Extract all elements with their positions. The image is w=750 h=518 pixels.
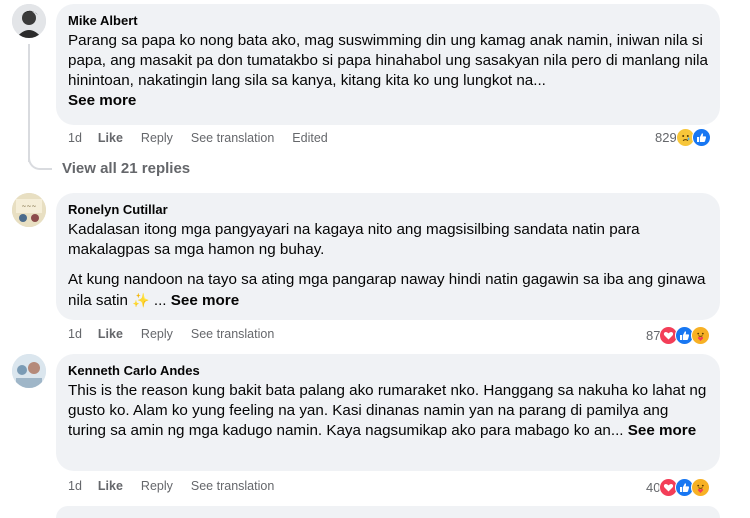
edited-label: Edited — [292, 131, 328, 145]
comment-author[interactable]: Mike Albert — [68, 12, 708, 29]
like-button[interactable]: Like — [98, 131, 123, 145]
comment-body: This is the reason kung bakit bata palan… — [68, 382, 707, 439]
avatar[interactable]: ~~~ — [12, 193, 46, 227]
comment-bubble: Ronelyn Cutillar Kadalasan itong mga pan… — [56, 193, 720, 320]
comment-text: This is the reason kung bakit bata palan… — [68, 381, 708, 441]
sparkle-emoji-icon: ✨ — [132, 292, 150, 308]
reply-button[interactable]: Reply — [141, 131, 173, 145]
see-translation-link[interactable]: See translation — [191, 327, 274, 341]
reaction-summary[interactable]: 87 — [646, 325, 711, 345]
reaction-count: 40 — [646, 479, 661, 495]
reaction-summary[interactable]: 40 — [646, 477, 711, 497]
see-translation-link[interactable]: See translation — [191, 479, 274, 493]
comment-bubble: Kenneth Carlo Andes This is the reason k… — [56, 354, 720, 471]
comment-actions: 1d Like Reply See translation Edited — [68, 130, 346, 146]
ellipsis: ... — [153, 292, 167, 309]
comment-actions: 1d Like Reply See translation — [68, 326, 292, 342]
reaction-count: 87 — [646, 327, 661, 343]
care-reaction-icon — [691, 325, 711, 345]
comment-text: Parang sa papa ko nong bata ako, mag sus… — [68, 31, 708, 111]
comment-time[interactable]: 1d — [68, 327, 82, 341]
comment-body: Parang sa papa ko nong bata ako, mag sus… — [68, 32, 709, 89]
comment-author[interactable]: Kenneth Carlo Andes — [68, 362, 708, 379]
reaction-summary[interactable]: 829 — [655, 127, 711, 147]
reply-thread-line — [28, 44, 30, 162]
see-more-link[interactable]: See more — [171, 292, 239, 309]
see-more-link[interactable]: See more — [628, 422, 696, 439]
care-reaction-icon — [691, 477, 711, 497]
see-translation-link[interactable]: See translation — [191, 131, 274, 145]
like-reaction-icon — [691, 127, 711, 147]
like-button[interactable]: Like — [98, 479, 123, 493]
view-all-replies-link[interactable]: View all 21 replies — [62, 160, 190, 177]
comment-actions: 1d Like Reply See translation — [68, 478, 292, 494]
avatar[interactable] — [12, 4, 46, 38]
avatar-photo-icon — [12, 4, 46, 38]
comment-bubble: Mike Albert Parang sa papa ko nong bata … — [56, 4, 720, 125]
avatar-photo-icon: ~~~ — [12, 193, 46, 227]
like-button[interactable]: Like — [98, 327, 123, 341]
comment-text: Kadalasan itong mga pangyayari na kagaya… — [68, 220, 708, 311]
avatar-photo-icon — [12, 354, 46, 388]
comment-time[interactable]: 1d — [68, 131, 82, 145]
comment-paragraph-2: At kung nandoon na tayo sa ating mga pan… — [68, 270, 708, 311]
reply-button[interactable]: Reply — [141, 479, 173, 493]
comment-author[interactable]: Ronelyn Cutillar — [68, 201, 708, 218]
reply-button[interactable]: Reply — [141, 327, 173, 341]
reply-thread-curve — [28, 152, 52, 170]
avatar[interactable] — [12, 354, 46, 388]
comment-paragraph-1: Kadalasan itong mga pangyayari na kagaya… — [68, 221, 640, 258]
see-more-link[interactable]: See more — [68, 92, 136, 109]
comment-time[interactable]: 1d — [68, 479, 82, 493]
svg-text:~~~: ~~~ — [21, 203, 36, 210]
reaction-count: 829 — [655, 129, 677, 145]
next-comment-partial — [56, 506, 720, 518]
